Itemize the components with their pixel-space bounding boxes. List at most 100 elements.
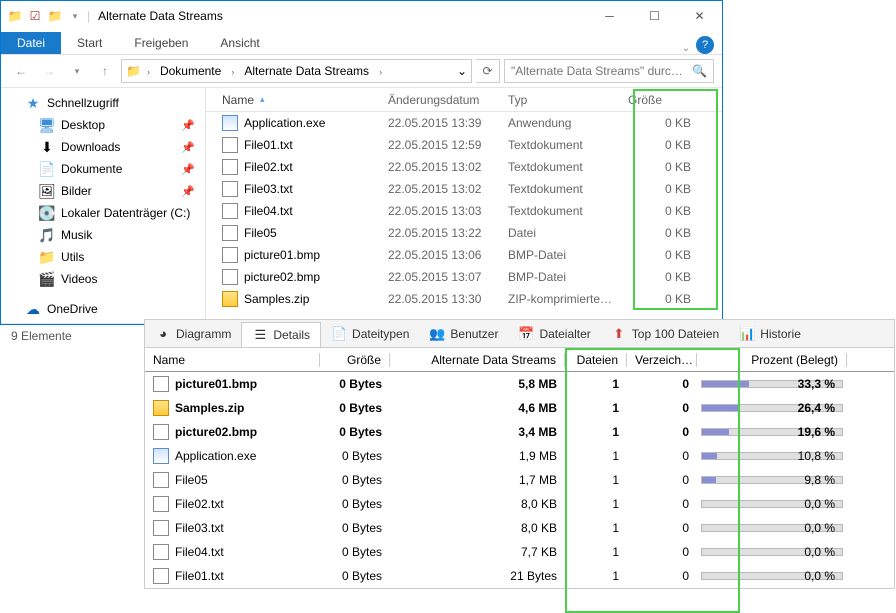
file-row[interactable]: File02.txt22.05.2015 13:02Textdokument0 … xyxy=(206,156,722,178)
sidebar-item-onedrive[interactable]: ☁OneDrive xyxy=(1,298,205,320)
forward-button[interactable]: → xyxy=(37,59,61,83)
detail-row[interactable]: picture01.bmp0 Bytes5,8 MB1033,3 % xyxy=(145,372,894,396)
file-icon xyxy=(153,472,169,488)
file-list[interactable]: Name▴ Änderungsdatum Typ Größe Applicati… xyxy=(206,88,722,323)
file-icon xyxy=(153,568,169,584)
col-size[interactable]: Größe xyxy=(320,353,390,367)
row-dirs: 0 xyxy=(627,425,697,439)
recent-dropdown-icon[interactable]: ▾ xyxy=(65,59,89,83)
up-button[interactable]: ↑ xyxy=(93,59,117,83)
tab-history[interactable]: 📊Historie xyxy=(729,322,811,346)
titlebar[interactable]: 📁 ☑ 📁 ▾ | Alternate Data Streams ─ ☐ ✕ xyxy=(1,1,722,31)
sidebar-item-documents[interactable]: 📄Dokumente📌 xyxy=(1,158,205,180)
tab-start[interactable]: Start xyxy=(61,32,118,54)
file-row[interactable]: File04.txt22.05.2015 13:03Textdokument0 … xyxy=(206,200,722,222)
sidebar-item-localdisk[interactable]: 💽Lokaler Datenträger (C:) xyxy=(1,202,205,224)
bmp-icon xyxy=(222,269,238,285)
search-input[interactable]: 🔍 xyxy=(504,59,714,83)
path-dropdown-icon[interactable]: ⌄ xyxy=(457,64,467,78)
file-name: File04.txt xyxy=(244,204,293,218)
tab-age[interactable]: 📅Dateialter xyxy=(508,322,600,346)
sidebar-item-quickaccess[interactable]: ★Schnellzugriff xyxy=(1,92,205,114)
properties-icon[interactable]: ☑ xyxy=(27,8,43,24)
sidebar-item-downloads[interactable]: ⬇Downloads📌 xyxy=(1,136,205,158)
row-dirs: 0 xyxy=(627,545,697,559)
explorer-window: 📁 ☑ 📁 ▾ | Alternate Data Streams ─ ☐ ✕ D… xyxy=(0,0,723,325)
detail-row[interactable]: Application.exe0 Bytes1,9 MB1010,8 % xyxy=(145,444,894,468)
col-name[interactable]: Name xyxy=(145,353,320,367)
row-size: 0 Bytes xyxy=(320,449,390,463)
minimize-button[interactable]: ─ xyxy=(587,1,632,31)
sidebar-item-videos[interactable]: 🎬Videos xyxy=(1,268,205,290)
sidebar-item-label: Schnellzugriff xyxy=(47,96,119,110)
collapse-ribbon-icon[interactable]: ⌄ xyxy=(682,43,690,54)
file-row[interactable]: File01.txt22.05.2015 12:59Textdokument0 … xyxy=(206,134,722,156)
refresh-button[interactable]: ⟳ xyxy=(476,59,500,83)
file-name: Samples.zip xyxy=(244,292,309,306)
search-icon[interactable]: 🔍 xyxy=(692,64,707,78)
file-row[interactable]: picture01.bmp22.05.2015 13:06BMP-Datei0 … xyxy=(206,244,722,266)
tab-users[interactable]: 👥Benutzer xyxy=(419,322,508,346)
breadcrumb-seg[interactable]: Dokumente xyxy=(156,62,225,80)
detail-row[interactable]: File03.txt0 Bytes8,0 KB100,0 % xyxy=(145,516,894,540)
file-row[interactable]: Application.exe22.05.2015 13:39Anwendung… xyxy=(206,112,722,134)
file-size: 0 KB xyxy=(622,138,697,152)
detail-row[interactable]: Samples.zip0 Bytes4,6 MB1026,4 % xyxy=(145,396,894,420)
detail-row[interactable]: picture02.bmp0 Bytes3,4 MB1019,6 % xyxy=(145,420,894,444)
file-row[interactable]: picture02.bmp22.05.2015 13:07BMP-Datei0 … xyxy=(206,266,722,288)
back-button[interactable]: ← xyxy=(9,59,33,83)
file-name: File03.txt xyxy=(244,182,293,196)
row-size: 0 Bytes xyxy=(320,377,390,391)
breadcrumb-seg[interactable]: Alternate Data Streams xyxy=(240,62,373,80)
file-size: 0 KB xyxy=(622,248,697,262)
detail-row[interactable]: File02.txt0 Bytes8,0 KB100,0 % xyxy=(145,492,894,516)
column-type[interactable]: Typ xyxy=(502,93,622,107)
col-pct[interactable]: Prozent (Belegt) xyxy=(697,353,847,367)
col-ads[interactable]: Alternate Data Streams xyxy=(390,353,565,367)
detail-row[interactable]: File04.txt0 Bytes7,7 KB100,0 % xyxy=(145,540,894,564)
search-field[interactable] xyxy=(511,64,692,78)
tab-share[interactable]: Freigeben xyxy=(118,32,204,54)
detail-row[interactable]: File050 Bytes1,7 MB109,8 % xyxy=(145,468,894,492)
file-row[interactable]: File0522.05.2015 13:22Datei0 KB xyxy=(206,222,722,244)
sidebar-item-music[interactable]: 🎵Musik xyxy=(1,224,205,246)
details-grid[interactable]: Name Größe Alternate Data Streams Dateie… xyxy=(145,348,894,588)
col-dirs[interactable]: Verzeich… xyxy=(627,353,697,367)
sidebar-item-pictures[interactable]: 🖼Bilder📌 xyxy=(1,180,205,202)
file-date: 22.05.2015 13:07 xyxy=(382,270,502,284)
bmp-icon xyxy=(153,424,169,440)
close-button[interactable]: ✕ xyxy=(677,1,722,31)
column-date[interactable]: Änderungsdatum xyxy=(382,93,502,107)
tab-chart[interactable]: ◕Diagramm xyxy=(145,322,241,346)
row-files: 1 xyxy=(565,401,627,415)
breadcrumb[interactable]: 📁 › Dokumente › Alternate Data Streams ›… xyxy=(121,59,472,83)
tab-top100[interactable]: ⬆Top 100 Dateien xyxy=(601,322,729,346)
column-name[interactable]: Name▴ xyxy=(216,93,382,107)
row-ads: 1,9 MB xyxy=(390,449,565,463)
pin-icon: 📌 xyxy=(181,119,195,132)
exe-icon xyxy=(153,448,169,464)
row-name: File03.txt xyxy=(175,521,224,535)
tab-details[interactable]: ☰Details xyxy=(241,322,321,347)
new-folder-icon[interactable]: 📁 xyxy=(47,8,63,24)
file-icon xyxy=(222,159,238,175)
tab-file[interactable]: Datei xyxy=(1,32,61,54)
column-size[interactable]: Größe xyxy=(622,93,697,107)
file-size: 0 KB xyxy=(622,226,697,240)
pin-icon: 📌 xyxy=(181,185,195,198)
tab-view[interactable]: Ansicht xyxy=(204,32,275,54)
col-files[interactable]: Dateien xyxy=(565,353,627,367)
help-icon[interactable]: ? xyxy=(696,36,714,54)
row-name: File02.txt xyxy=(175,497,224,511)
file-size: 0 KB xyxy=(622,160,697,174)
navigation-pane[interactable]: ★Schnellzugriff 🖥Desktop📌 ⬇Downloads📌 📄D… xyxy=(1,88,206,323)
detail-row[interactable]: File01.txt0 Bytes21 Bytes100,0 % xyxy=(145,564,894,588)
sidebar-item-utils[interactable]: 📁Utils xyxy=(1,246,205,268)
file-row[interactable]: Samples.zip22.05.2015 13:30ZIP-komprimie… xyxy=(206,288,722,310)
sidebar-item-label: OneDrive xyxy=(47,302,98,316)
maximize-button[interactable]: ☐ xyxy=(632,1,677,31)
qat-dropdown-icon[interactable]: ▾ xyxy=(67,8,83,24)
sidebar-item-desktop[interactable]: 🖥Desktop📌 xyxy=(1,114,205,136)
tab-filetypes[interactable]: 📄Dateitypen xyxy=(321,322,419,346)
file-row[interactable]: File03.txt22.05.2015 13:02Textdokument0 … xyxy=(206,178,722,200)
